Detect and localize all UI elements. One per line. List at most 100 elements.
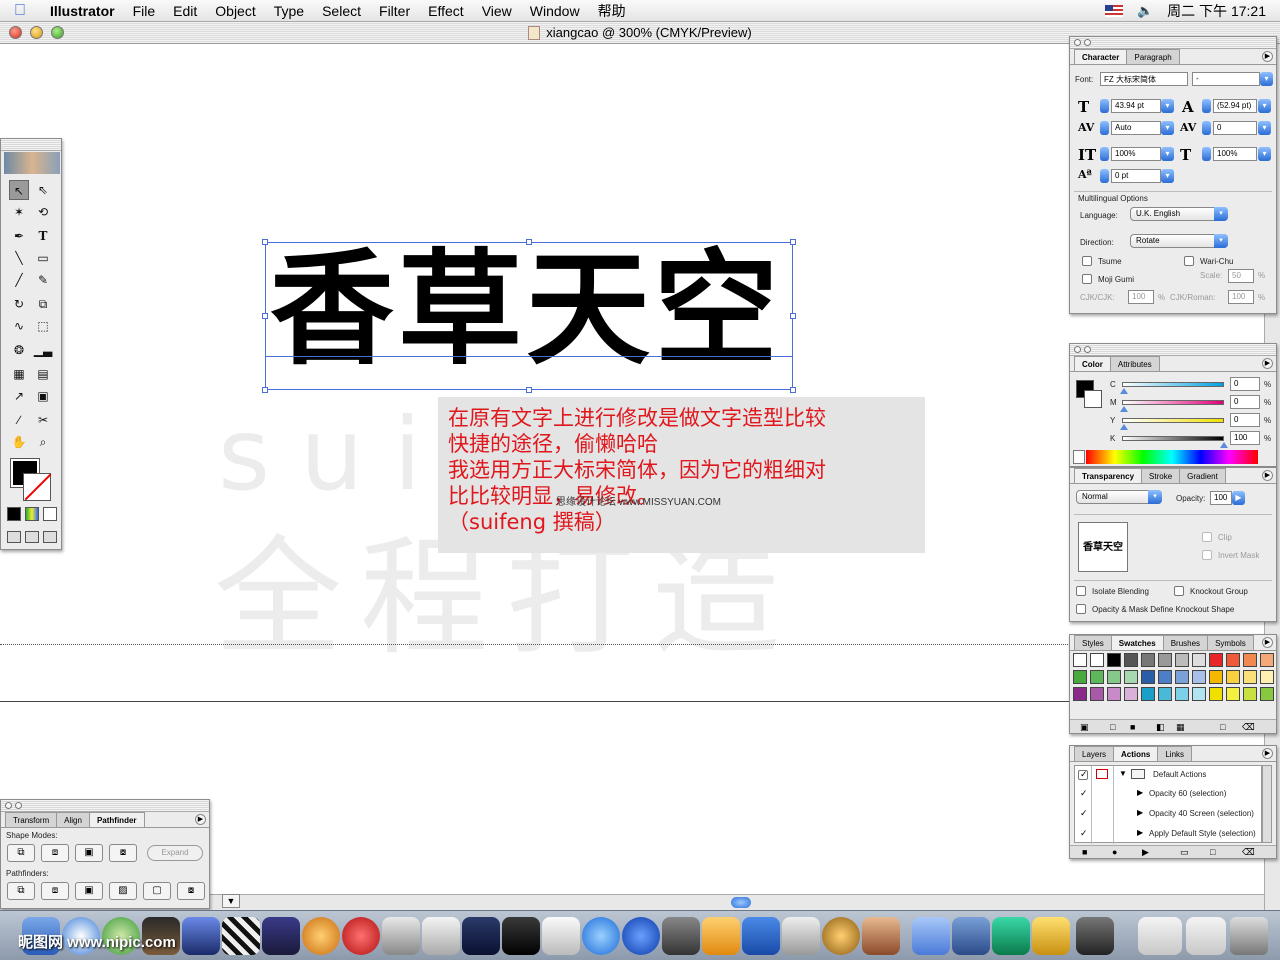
horizontal-scale-field[interactable]: 100% <box>1213 147 1257 161</box>
crop-icon[interactable]: ▨ <box>109 882 137 900</box>
apple-dock-icon[interactable] <box>782 917 820 955</box>
black-field[interactable]: 100 <box>1230 431 1260 445</box>
one-dock-icon[interactable] <box>622 917 660 955</box>
menubar-clock[interactable]: 周二 下午 17:21 <box>1167 1 1266 21</box>
paintbrush-tool-icon[interactable]: ╱ <box>9 270 29 290</box>
tab-symbols[interactable]: Symbols <box>1207 635 1254 650</box>
expand-triangle-icon[interactable]: ▶ <box>1137 828 1143 837</box>
scale-tool-icon[interactable]: ⧉ <box>33 294 53 314</box>
palette-menu-button[interactable]: ▶ <box>1262 51 1273 62</box>
color-swatch[interactable] <box>1090 653 1104 667</box>
black-slider[interactable] <box>1122 436 1224 441</box>
tab-attributes[interactable]: Attributes <box>1109 356 1160 371</box>
subtract-from-shape-area-icon[interactable]: ⧈ <box>41 844 69 862</box>
mesh-tool-icon[interactable]: ▦ <box>9 364 29 384</box>
font-size-stepper[interactable] <box>1100 99 1109 113</box>
symbol-sprayer-tool-icon[interactable]: ❂ <box>9 340 29 360</box>
color-swatch[interactable] <box>1073 653 1087 667</box>
portrait-dock-icon[interactable] <box>862 917 900 955</box>
quicktime-dock-icon[interactable] <box>582 917 620 955</box>
printer-dock-icon[interactable] <box>1076 917 1114 955</box>
direct-selection-tool-icon[interactable]: ⇖ <box>33 180 53 200</box>
standard-screen-mode-button[interactable] <box>7 531 21 543</box>
intersect-shape-areas-icon[interactable]: ▣ <box>75 844 103 862</box>
kerning-stepper[interactable] <box>1100 121 1109 135</box>
menu-view[interactable]: View <box>482 3 512 19</box>
checkmark-icon[interactable]: ✓ <box>1080 808 1088 819</box>
color-swatch[interactable] <box>1124 670 1138 684</box>
puzzle-dock-icon[interactable] <box>952 917 990 955</box>
stroke-color-swatch[interactable] <box>23 473 51 501</box>
color-swatch[interactable] <box>1175 687 1189 701</box>
color-swatch[interactable] <box>1192 670 1206 684</box>
menu-effect[interactable]: Effect <box>428 3 464 19</box>
type-dock-icon[interactable] <box>462 917 500 955</box>
color-swatch[interactable] <box>1192 687 1206 701</box>
color-swatch[interactable] <box>1107 653 1121 667</box>
word-dock-icon[interactable] <box>742 917 780 955</box>
photo-dock-icon[interactable] <box>662 917 700 955</box>
minimized-window-dock-icon[interactable] <box>1138 917 1182 955</box>
menu-filter[interactable]: Filter <box>379 3 410 19</box>
cjk-roman-field[interactable]: 100 <box>1228 290 1254 304</box>
font-style-field[interactable]: - <box>1192 72 1260 86</box>
vlc-dock-icon[interactable] <box>702 917 740 955</box>
vertical-scale-dropdown[interactable]: ▾ <box>1161 147 1174 161</box>
resize-handle[interactable] <box>262 239 268 245</box>
vertical-scale-stepper[interactable] <box>1100 147 1109 161</box>
zoom-popup-button[interactable]: ▼ <box>222 894 240 908</box>
color-swatch[interactable] <box>1226 653 1240 667</box>
cyan-field[interactable]: 0 <box>1230 377 1260 391</box>
menu-illustrator[interactable]: Illustrator <box>50 3 115 19</box>
show-color-swatches-icon[interactable]: ■ <box>1130 722 1135 732</box>
close-window-button[interactable] <box>9 26 22 39</box>
scissors-tool-icon[interactable]: ✂ <box>33 410 53 430</box>
tab-styles[interactable]: Styles <box>1074 635 1112 650</box>
color-swatch[interactable] <box>1090 687 1104 701</box>
tracking-field[interactable]: 0 <box>1213 121 1257 135</box>
tab-stroke[interactable]: Stroke <box>1141 468 1181 483</box>
horizontal-scroll-thumb[interactable] <box>731 897 751 908</box>
tab-pathfinder[interactable]: Pathfinder <box>88 812 145 827</box>
color-swatch[interactable] <box>1260 687 1274 701</box>
resize-handle[interactable] <box>526 239 532 245</box>
invert-mask-checkbox[interactable] <box>1202 550 1212 560</box>
action-item[interactable]: Opacity 60 (selection) <box>1149 789 1226 798</box>
stack-dock-icon[interactable] <box>382 917 420 955</box>
color-swatch[interactable] <box>1192 653 1206 667</box>
color-swatch[interactable] <box>1124 687 1138 701</box>
new-set-icon[interactable]: ▭ <box>1180 847 1189 858</box>
font-family-field[interactable]: FZ 大标宋简体 <box>1100 72 1188 86</box>
none-mode-button[interactable] <box>43 507 57 521</box>
mail-dock-icon[interactable] <box>912 917 950 955</box>
magenta-slider[interactable] <box>1122 400 1224 405</box>
tracking-dropdown[interactable]: ▾ <box>1258 121 1271 135</box>
minimized-window-dock-icon[interactable] <box>1186 917 1226 955</box>
volume-icon[interactable]: 🔈 <box>1137 3 1153 19</box>
color-swatch[interactable] <box>1175 653 1189 667</box>
blend-tool-icon[interactable]: ▣ <box>33 386 53 406</box>
pen-tool-icon[interactable]: ✒ <box>9 226 29 246</box>
font-size-dropdown[interactable]: ▾ <box>1161 99 1174 113</box>
slice-tool-icon[interactable]: ∕ <box>9 410 29 430</box>
maya-dock-icon[interactable] <box>342 917 380 955</box>
scale-field[interactable]: 50 <box>1228 269 1254 283</box>
full-screen-menu-mode-button[interactable] <box>25 531 39 543</box>
blend-mode-popup[interactable]: Normal ▾ <box>1076 490 1162 504</box>
color-swatch[interactable] <box>1141 687 1155 701</box>
resize-handle[interactable] <box>790 239 796 245</box>
expand-triangle-icon[interactable]: ▶ <box>1137 788 1143 797</box>
tab-layers[interactable]: Layers <box>1074 746 1115 761</box>
wari-chu-checkbox[interactable] <box>1184 256 1194 266</box>
tab-links[interactable]: Links <box>1157 746 1193 761</box>
resize-handle[interactable] <box>262 387 268 393</box>
tab-gradient[interactable]: Gradient <box>1179 468 1226 483</box>
tab-character[interactable]: Character <box>1074 49 1128 64</box>
minus-back-icon[interactable]: ⧇ <box>177 882 205 900</box>
language-popup[interactable]: U.K. English ▾ <box>1130 207 1228 221</box>
palette-menu-button[interactable]: ▶ <box>195 814 206 825</box>
knockout-group-checkbox[interactable] <box>1174 586 1184 596</box>
music-notation-dock-icon[interactable] <box>502 917 540 955</box>
magenta-field[interactable]: 0 <box>1230 395 1260 409</box>
color-swatch[interactable] <box>1175 670 1189 684</box>
